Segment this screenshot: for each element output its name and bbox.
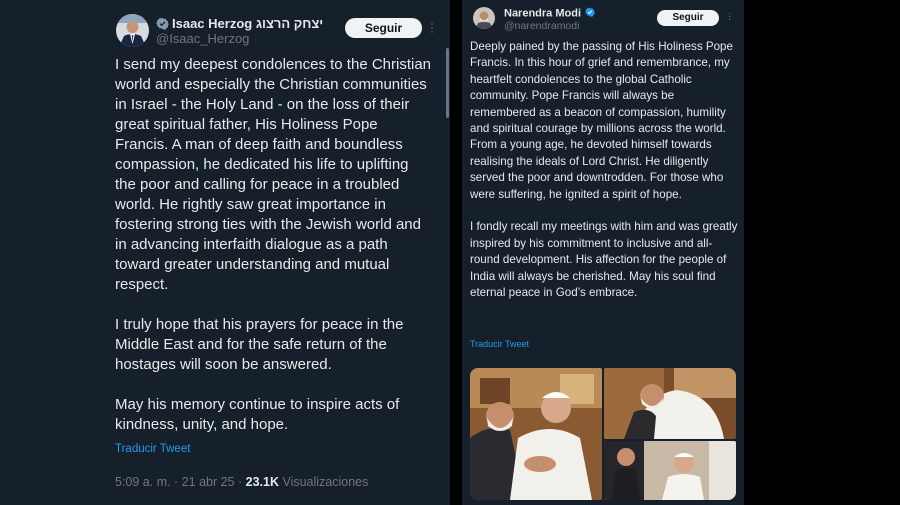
photo-grid[interactable] — [470, 368, 736, 500]
avatar-photo — [116, 14, 149, 47]
views-label: Visualizaciones — [278, 475, 369, 489]
photo-embrace-2[interactable] — [604, 368, 736, 439]
author-handle[interactable]: @Isaac_Herzog — [156, 31, 249, 46]
tweet-herzog: Isaac Herzog יצחק הרצוג @Isaac_Herzog Se… — [0, 0, 450, 505]
tweet-paragraph: I fondly recall my meetings with him and… — [470, 220, 738, 300]
tweet-text: I send my deepest condolences to the Chr… — [115, 55, 433, 435]
tweet-paragraph: I truly hope that his prayers for peace … — [115, 316, 404, 373]
avatar[interactable] — [116, 14, 149, 47]
more-options-icon[interactable]: · · · — [430, 17, 434, 37]
photo-meeting[interactable] — [604, 441, 736, 500]
avatar[interactable] — [473, 7, 495, 29]
photo-embrace-1[interactable] — [470, 368, 602, 500]
verified-badge-icon — [585, 7, 595, 20]
follow-button[interactable]: Seguir — [657, 10, 719, 26]
more-options-icon[interactable]: · · · — [728, 9, 731, 25]
tweet-paragraph: May his memory continue to inspire acts … — [115, 396, 400, 433]
follow-button[interactable]: Seguir — [345, 18, 422, 38]
avatar-photo — [473, 7, 495, 29]
author-name[interactable]: Narendra Modi — [504, 7, 595, 20]
translate-link[interactable]: Traducir Tweet — [470, 339, 529, 349]
tweet-meta: 5:09 a. m. · 21 abr 25 · 23.1K Visualiza… — [115, 475, 368, 489]
tweet-text: Deeply pained by the passing of His Holi… — [470, 39, 738, 301]
tweet-modi: Narendra Modi @narendramodi Seguir · · · D… — [462, 0, 744, 505]
tweet-paragraph: I send my deepest condolences to the Chr… — [115, 56, 432, 293]
timestamp[interactable]: 5:09 a. m. · 21 abr 25 · — [115, 475, 246, 489]
views-count: 23.1K — [245, 475, 279, 489]
author-handle[interactable]: @narendramodi — [504, 20, 579, 32]
tweet-paragraph: Deeply pained by the passing of His Holi… — [470, 40, 733, 201]
translate-link[interactable]: Traducir Tweet — [115, 443, 190, 455]
scrollbar[interactable] — [446, 48, 449, 118]
